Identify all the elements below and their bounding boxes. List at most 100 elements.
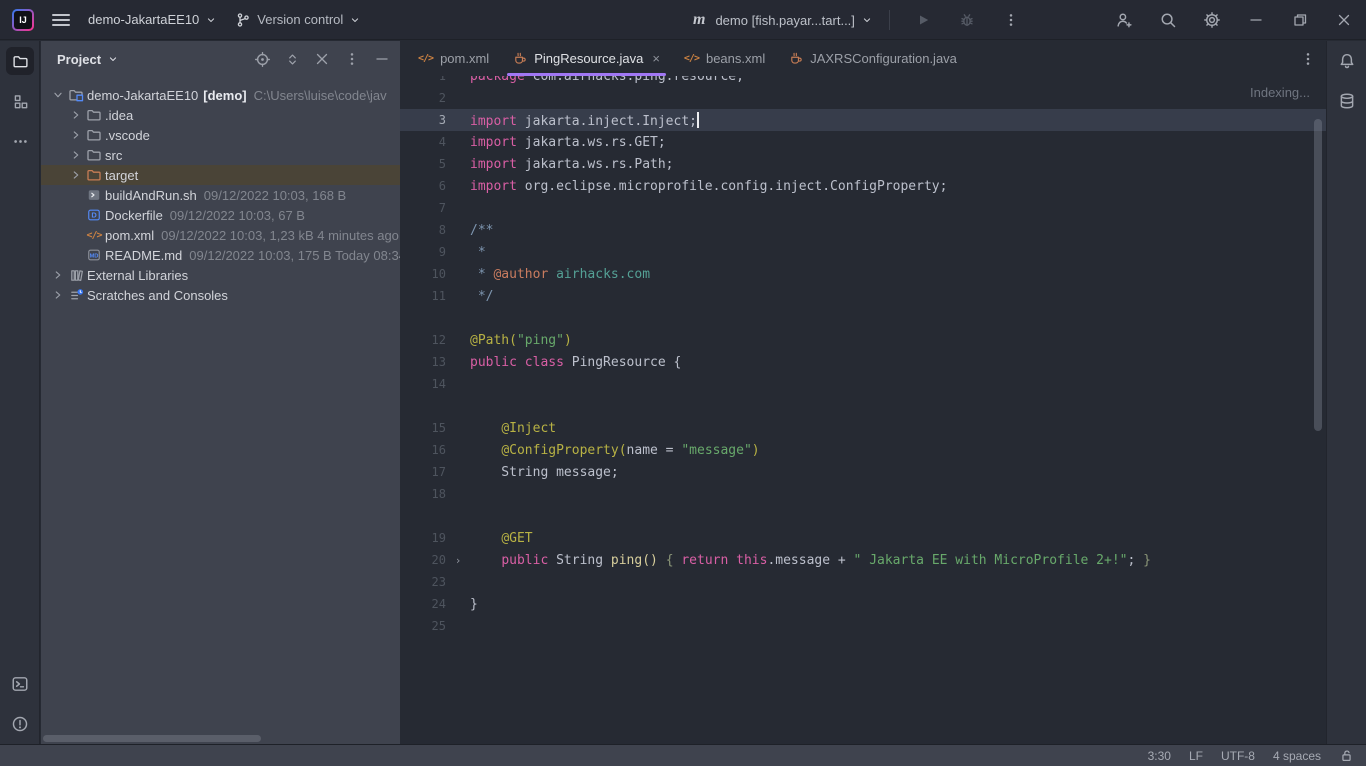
code-line-12[interactable]: 12@Path("ping"): [400, 329, 1326, 351]
structure-tool-button[interactable]: [0, 81, 40, 121]
line-number[interactable]: 13: [400, 355, 446, 369]
line-number[interactable]: 7: [400, 201, 446, 215]
tree-item-external-libraries[interactable]: External Libraries: [41, 265, 400, 285]
tree-item-buildandrun-sh[interactable]: buildAndRun.sh09/12/2022 10:03, 168 B: [41, 185, 400, 205]
line-number[interactable]: 3: [400, 113, 446, 127]
code-line-2[interactable]: 2: [400, 87, 1326, 109]
more-actions-kebab[interactable]: [994, 3, 1028, 37]
panel-options-kebab[interactable]: [344, 51, 360, 67]
editor-tab-pingresource-java[interactable]: PingResource.java×: [501, 41, 672, 76]
line-number[interactable]: 19: [400, 531, 446, 545]
code-with-me-button[interactable]: [1102, 0, 1146, 40]
readonly-lock-icon[interactable]: [1339, 748, 1354, 763]
debug-button[interactable]: [950, 3, 984, 37]
collapse-all-button[interactable]: [314, 51, 330, 67]
more-tools-button[interactable]: [0, 121, 40, 161]
code-line-23[interactable]: 23: [400, 571, 1326, 593]
tree-item-dockerfile[interactable]: DDockerfile09/12/2022 10:03, 67 B: [41, 205, 400, 225]
tree-item--vscode[interactable]: .vscode: [41, 125, 400, 145]
tree-item-pom-xml[interactable]: </>pom.xml09/12/2022 10:03, 1,23 kB 4 mi…: [41, 225, 400, 245]
run-button[interactable]: [906, 3, 940, 37]
code-line-18[interactable]: 18: [400, 483, 1326, 505]
encoding-widget[interactable]: UTF-8: [1221, 749, 1255, 763]
line-number[interactable]: 16: [400, 443, 446, 457]
chevron-down-icon[interactable]: [49, 88, 67, 102]
expand-collapse-button[interactable]: [285, 52, 300, 67]
run-configuration-selector[interactable]: demo [fish.payar...tart...]: [715, 13, 872, 28]
tree-item-src[interactable]: src: [41, 145, 400, 165]
line-number[interactable]: 8: [400, 223, 446, 237]
line-number[interactable]: 2: [400, 91, 446, 105]
code-line-15[interactable]: 15 @Inject: [400, 417, 1326, 439]
tree-item--idea[interactable]: .idea: [41, 105, 400, 125]
fold-chevron-icon[interactable]: ›: [446, 554, 470, 567]
editor-tab-beans-xml[interactable]: </>beans.xml: [672, 41, 777, 76]
indent-widget[interactable]: 4 spaces: [1273, 749, 1321, 763]
code-line-20[interactable]: 20› public String ping() { return this.m…: [400, 549, 1326, 571]
code-line-7[interactable]: 7: [400, 197, 1326, 219]
line-number[interactable]: 25: [400, 619, 446, 633]
locate-file-button[interactable]: [254, 51, 271, 68]
line-number[interactable]: 20: [400, 553, 446, 567]
line-number[interactable]: 12: [400, 333, 446, 347]
search-everywhere-button[interactable]: [1146, 0, 1190, 40]
code-line-5[interactable]: 5import jakarta.ws.rs.Path;: [400, 153, 1326, 175]
window-close-button[interactable]: [1322, 0, 1366, 40]
tree-item-target[interactable]: target: [41, 165, 400, 185]
main-menu-icon[interactable]: [52, 14, 70, 26]
line-number[interactable]: 11: [400, 289, 446, 303]
code-line-13[interactable]: 13public class PingResource {: [400, 351, 1326, 373]
code-line-24[interactable]: 24}: [400, 593, 1326, 615]
code-line-8[interactable]: 8/**: [400, 219, 1326, 241]
project-selector[interactable]: demo-JakartaEE10: [88, 12, 217, 27]
line-number[interactable]: 6: [400, 179, 446, 193]
line-number[interactable]: 10: [400, 267, 446, 281]
project-tool-button[interactable]: [0, 41, 40, 81]
code-line-19[interactable]: 19 @GET: [400, 527, 1326, 549]
chevron-right-icon[interactable]: [49, 288, 67, 302]
vcs-widget[interactable]: Version control: [235, 12, 361, 28]
hide-panel-button[interactable]: [374, 51, 390, 67]
code-line-14[interactable]: 14: [400, 373, 1326, 395]
code-line-10[interactable]: 10 * @author airhacks.com: [400, 263, 1326, 285]
window-minimize-button[interactable]: [1234, 0, 1278, 40]
notifications-button[interactable]: [1327, 41, 1366, 81]
line-number[interactable]: 18: [400, 487, 446, 501]
code-editor[interactable]: 1package com.airhacks.ping.resource;23im…: [400, 65, 1326, 637]
chevron-right-icon[interactable]: [67, 108, 85, 122]
code-line-25[interactable]: 25: [400, 615, 1326, 637]
line-number[interactable]: 15: [400, 421, 446, 435]
tab-options-kebab[interactable]: [1300, 41, 1316, 76]
terminal-tool-button[interactable]: [0, 664, 40, 704]
chevron-right-icon[interactable]: [67, 128, 85, 142]
database-tool-button[interactable]: [1327, 81, 1366, 121]
caret-position-widget[interactable]: 3:30: [1148, 749, 1171, 763]
line-number[interactable]: 17: [400, 465, 446, 479]
chevron-right-icon[interactable]: [67, 168, 85, 182]
line-number[interactable]: 4: [400, 135, 446, 149]
editor-tab-jaxrsconfiguration-java[interactable]: JAXRSConfiguration.java: [777, 41, 969, 76]
line-number[interactable]: 23: [400, 575, 446, 589]
vertical-scrollbar[interactable]: [1314, 119, 1322, 431]
problems-tool-button[interactable]: [0, 704, 40, 744]
code-line-3[interactable]: 3import jakarta.inject.Inject;: [400, 109, 1326, 131]
line-number[interactable]: 24: [400, 597, 446, 611]
horizontal-scrollbar[interactable]: [43, 735, 261, 742]
project-view-selector[interactable]: Project: [57, 52, 119, 67]
window-restore-button[interactable]: [1278, 0, 1322, 40]
tree-item-demo-jakartaee10[interactable]: demo-JakartaEE10[demo]C:\Users\luise\cod…: [41, 85, 400, 105]
line-separator-widget[interactable]: LF: [1189, 749, 1203, 763]
code-line-17[interactable]: 17 String message;: [400, 461, 1326, 483]
code-line-9[interactable]: 9 *: [400, 241, 1326, 263]
tab-close-icon[interactable]: ×: [652, 51, 660, 66]
editor-tab-pom-xml[interactable]: </>pom.xml: [406, 41, 501, 76]
tree-item-readme-md[interactable]: MDREADME.md09/12/2022 10:03, 175 B Today…: [41, 245, 400, 265]
line-number[interactable]: 9: [400, 245, 446, 259]
line-number[interactable]: 14: [400, 377, 446, 391]
code-line-11[interactable]: 11 */: [400, 285, 1326, 307]
code-line-6[interactable]: 6import org.eclipse.microprofile.config.…: [400, 175, 1326, 197]
code-line-4[interactable]: 4import jakarta.ws.rs.GET;: [400, 131, 1326, 153]
code-line-16[interactable]: 16 @ConfigProperty(name = "message"): [400, 439, 1326, 461]
line-number[interactable]: 5: [400, 157, 446, 171]
chevron-right-icon[interactable]: [49, 268, 67, 282]
